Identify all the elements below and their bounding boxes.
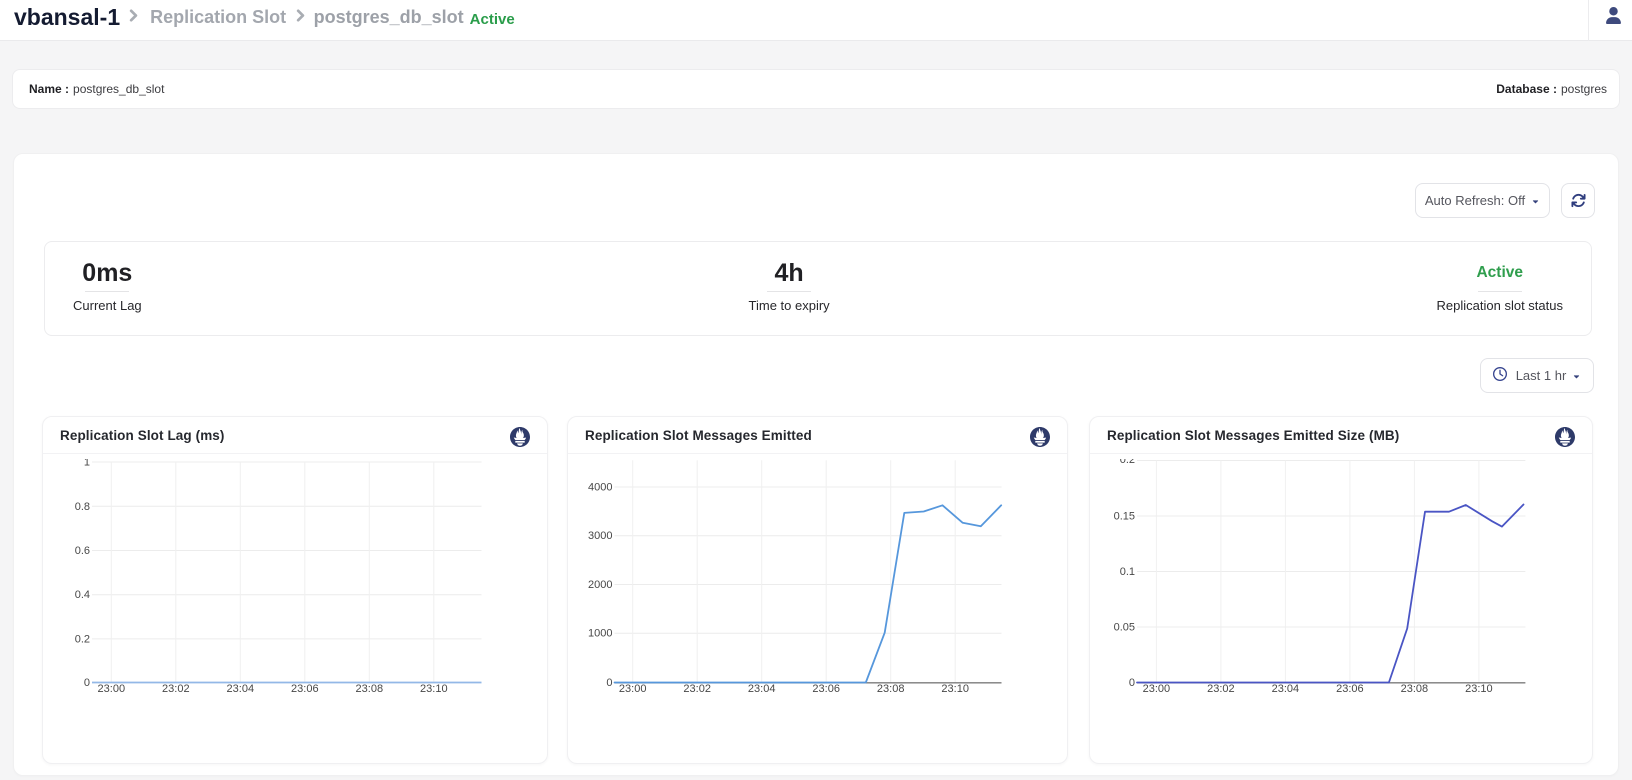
svg-text:23:10: 23:10 — [1465, 683, 1493, 695]
svg-text:23:00: 23:00 — [619, 683, 647, 695]
svg-text:23:02: 23:02 — [1207, 683, 1235, 695]
svg-text:23:06: 23:06 — [1336, 683, 1364, 695]
svg-text:0.4: 0.4 — [75, 589, 90, 601]
svg-text:0.6: 0.6 — [75, 545, 90, 557]
svg-text:23:04: 23:04 — [1272, 683, 1300, 695]
svg-text:3000: 3000 — [588, 530, 612, 542]
svg-text:23:00: 23:00 — [1143, 683, 1171, 695]
svg-text:0.15: 0.15 — [1114, 511, 1135, 523]
svg-text:23:04: 23:04 — [227, 683, 255, 695]
svg-text:23:02: 23:02 — [683, 683, 711, 695]
svg-text:1: 1 — [84, 459, 90, 469]
svg-text:23:06: 23:06 — [812, 683, 840, 695]
svg-text:0.1: 0.1 — [1120, 566, 1135, 578]
svg-text:23:06: 23:06 — [291, 683, 319, 695]
svg-text:23:08: 23:08 — [356, 683, 384, 695]
svg-text:23:04: 23:04 — [748, 683, 776, 695]
svg-text:0: 0 — [1129, 677, 1135, 689]
svg-text:1000: 1000 — [588, 628, 612, 640]
svg-text:23:10: 23:10 — [420, 683, 448, 695]
svg-text:2000: 2000 — [588, 579, 612, 591]
svg-text:0.05: 0.05 — [1114, 622, 1135, 634]
svg-text:23:02: 23:02 — [162, 683, 190, 695]
svg-text:0: 0 — [606, 677, 612, 689]
svg-text:23:10: 23:10 — [941, 683, 969, 695]
svg-text:0.8: 0.8 — [75, 501, 90, 513]
svg-text:23:00: 23:00 — [98, 683, 126, 695]
svg-text:23:08: 23:08 — [1401, 683, 1429, 695]
svg-text:0: 0 — [84, 677, 90, 689]
svg-text:23:08: 23:08 — [877, 683, 905, 695]
svg-text:4000: 4000 — [588, 482, 612, 494]
svg-text:0.2: 0.2 — [75, 633, 90, 645]
svg-text:0.2: 0.2 — [1120, 459, 1135, 466]
